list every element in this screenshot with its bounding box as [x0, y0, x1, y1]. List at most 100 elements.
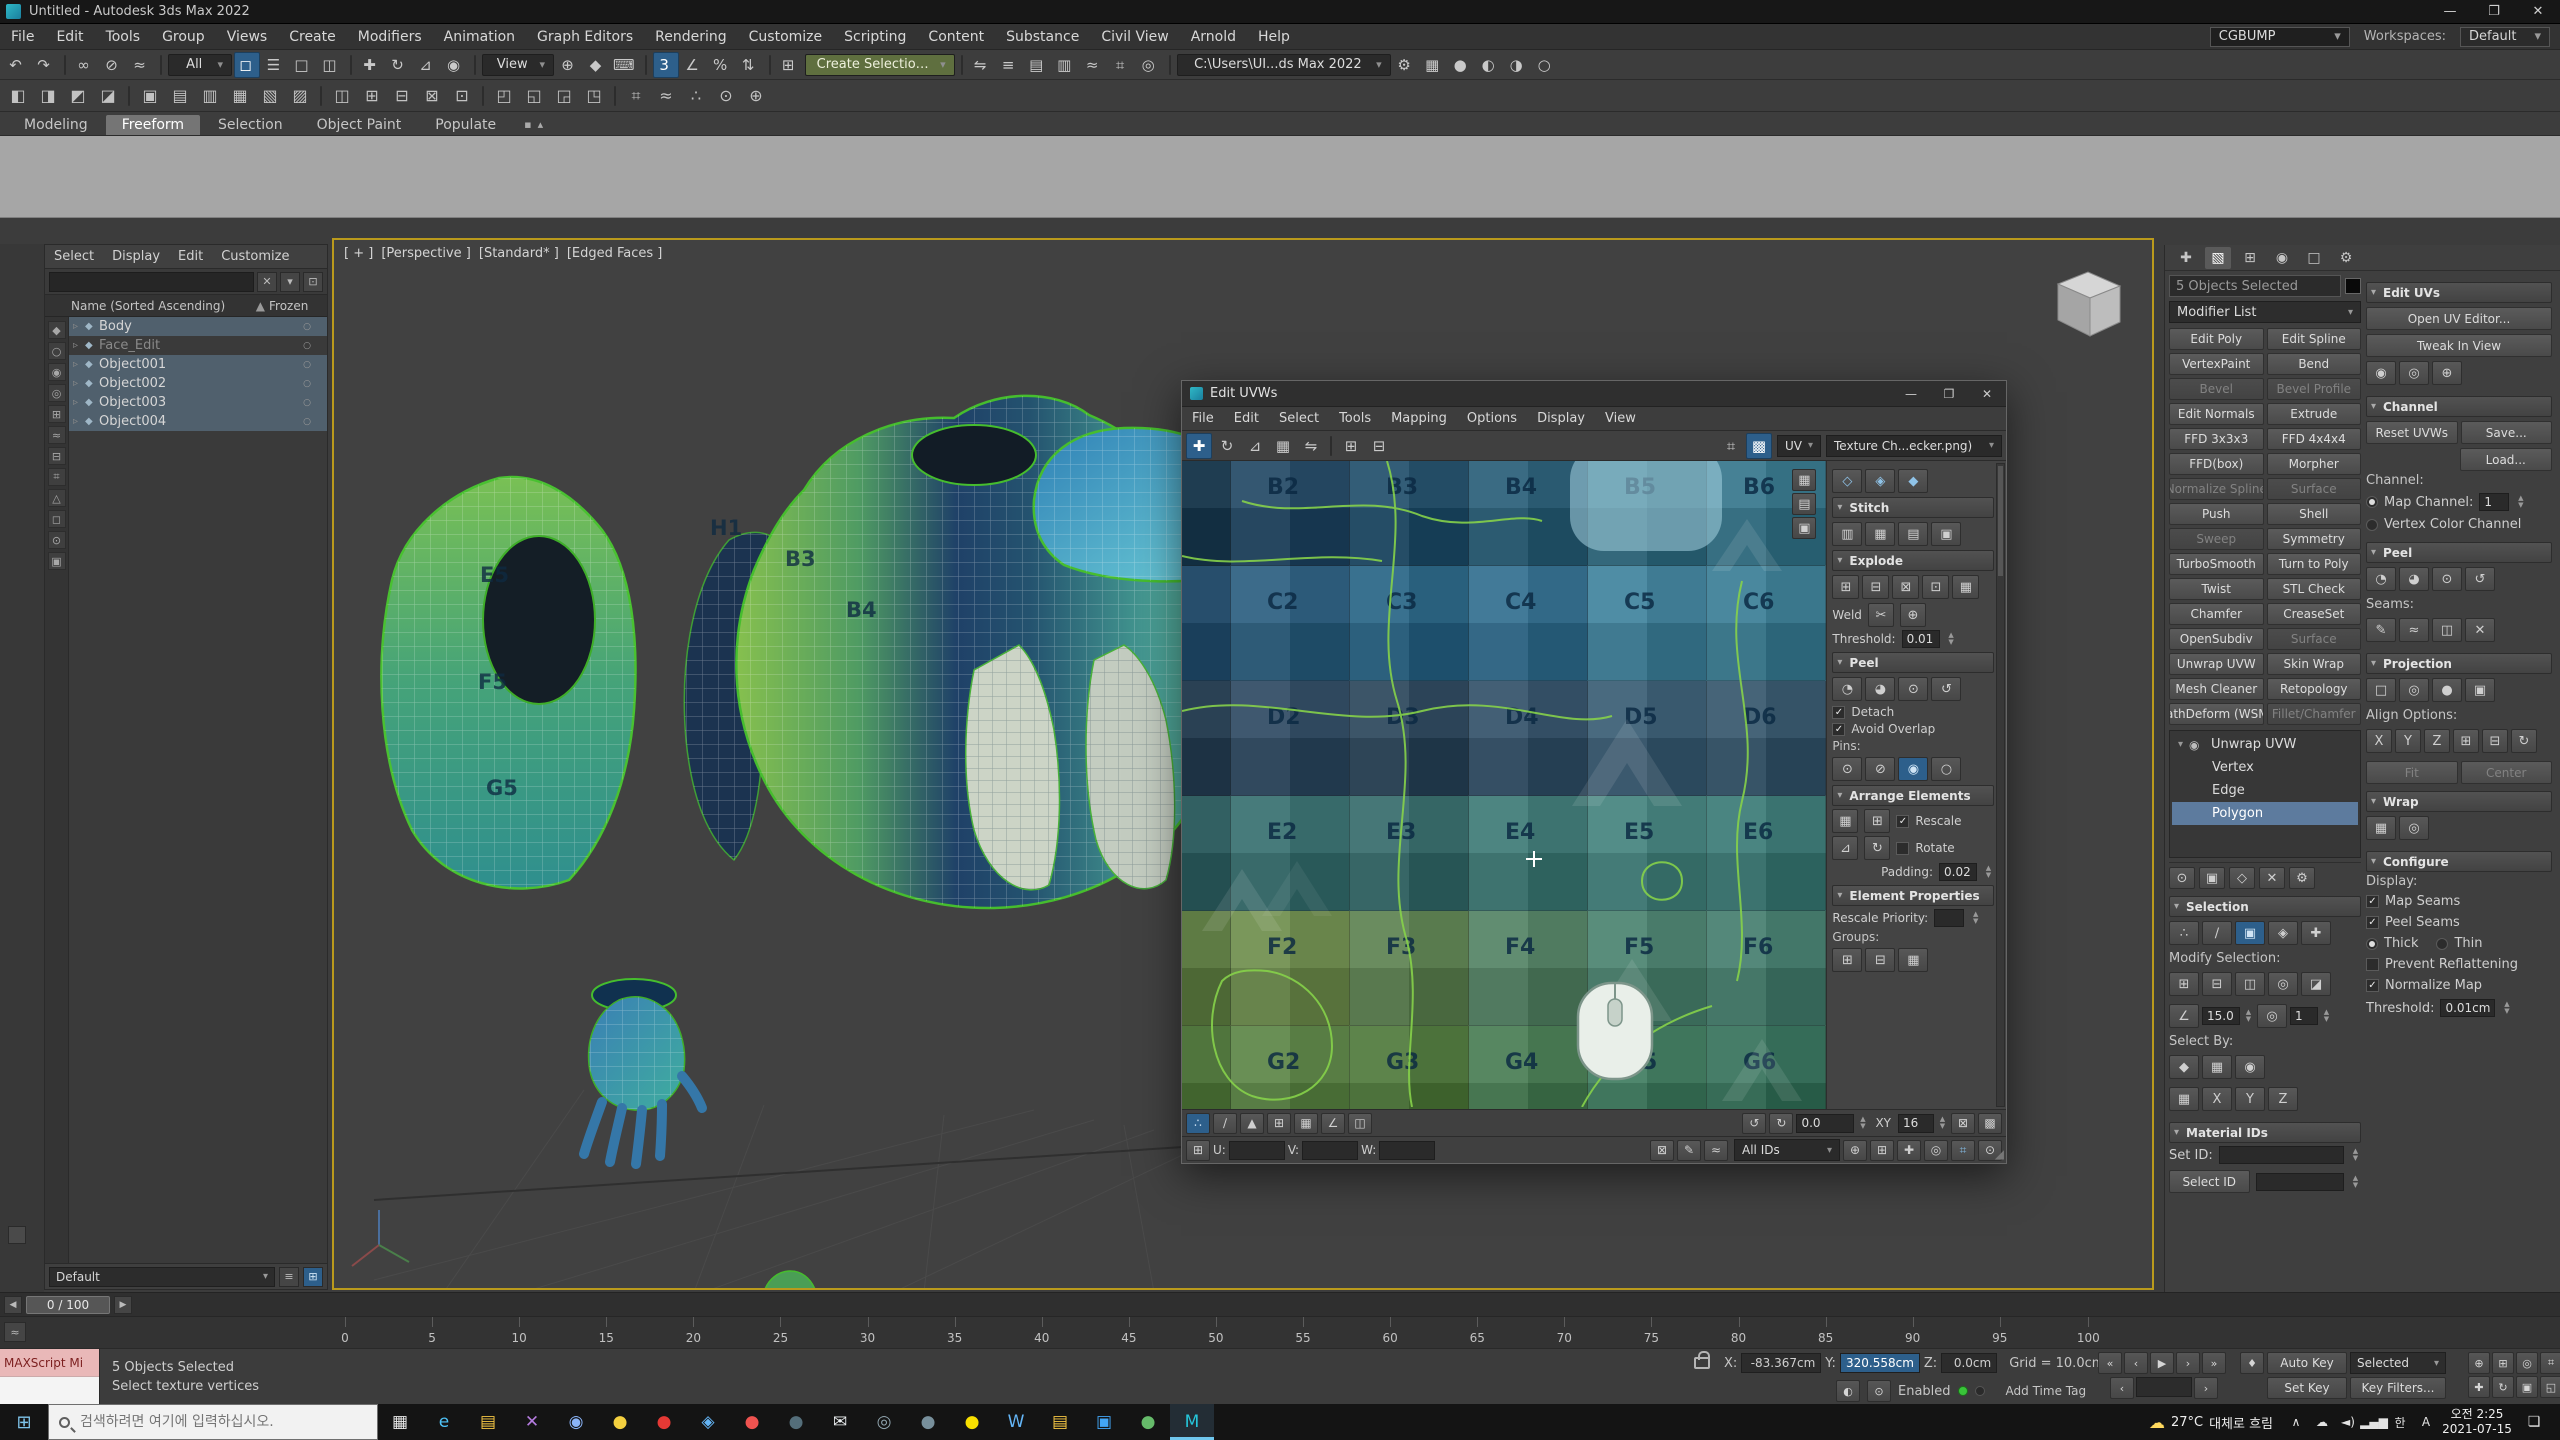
thin-radio[interactable] — [2436, 938, 2448, 950]
map-channel-spinner[interactable] — [2515, 493, 2526, 511]
collapse-icon[interactable]: ▦ — [226, 82, 254, 110]
modifier-button[interactable]: Morpher — [2267, 453, 2362, 475]
panel-scrollbar[interactable] — [1996, 463, 2005, 1107]
uv-grid-cell[interactable]: F6 — [1707, 911, 1826, 1026]
fov-icon[interactable]: ⌗ — [2540, 1352, 2560, 1374]
uv-grid-cell[interactable]: B5 — [1588, 461, 1707, 566]
z-axis-toggle[interactable]: Z — [2268, 1087, 2298, 1111]
rollout-stitch[interactable]: Stitch — [1832, 497, 1994, 518]
configure-modifier-sets-icon[interactable]: ⚙ — [2289, 867, 2315, 889]
progressive-display-icon[interactable]: ◐ — [1836, 1380, 1860, 1402]
uvw-polygon-icon[interactable]: ▣ — [2235, 921, 2265, 945]
fit-button[interactable]: Fit — [2366, 761, 2458, 784]
rotation-angle-field[interactable]: 0.0 — [1796, 1114, 1854, 1133]
column-header-frozen[interactable]: Frozen — [269, 299, 327, 313]
menu-item[interactable]: Group — [151, 24, 216, 49]
quick-rotate-icon[interactable]: ▤ — [1792, 493, 1816, 515]
rescale-priority-field[interactable] — [1934, 909, 1964, 927]
view-align-button[interactable]: ⊟ — [2482, 729, 2508, 753]
bind-spacewarp-icon[interactable]: ≈ — [128, 52, 154, 78]
adaptive-degradation-icon[interactable]: ⊙ — [1867, 1380, 1891, 1402]
toolbar-icon[interactable] — [160, 55, 162, 75]
select-move-icon[interactable]: ✚ — [358, 52, 384, 78]
stitch-to-target-icon[interactable]: ▦ — [1865, 522, 1895, 546]
rescale-checkbox[interactable] — [1896, 815, 1909, 828]
uv-grid-cell[interactable]: D6 — [1707, 681, 1826, 796]
edit-seams-icon[interactable]: ✎ — [2366, 618, 2396, 642]
select-by-name-icon[interactable]: ☰ — [262, 52, 288, 78]
photos-app[interactable]: ▣ — [1082, 1404, 1126, 1440]
align-z-button[interactable]: Z — [2424, 729, 2450, 753]
taskbar-search[interactable] — [48, 1404, 378, 1440]
undo-icon[interactable]: ↶ — [4, 52, 30, 78]
viewport-label-segment[interactable]: [ + ] — [344, 246, 373, 261]
modifier-button[interactable]: FFD 4x4x4 — [2267, 428, 2362, 450]
kakaotalk-app[interactable]: ● — [950, 1404, 994, 1440]
uv-grid-cell[interactable]: C4 — [1469, 566, 1588, 681]
ime-mode-icon[interactable]: A — [2413, 1415, 2439, 1429]
start-button[interactable]: ⊞ — [0, 1404, 48, 1440]
weld-threshold-field[interactable]: 0.01 — [1902, 630, 1940, 648]
timeline-tick[interactable]: 90 — [1903, 1331, 1923, 1345]
box-map-icon[interactable]: ▣ — [2465, 678, 2495, 702]
uv-pan-icon[interactable]: ✚ — [1897, 1140, 1921, 1161]
map-seams-checkbox[interactable] — [2366, 895, 2379, 908]
shrink-selection-icon[interactable]: ⊟ — [2202, 972, 2232, 996]
uv-grid-cell[interactable]: F2 — [1231, 911, 1350, 1026]
object-color-swatch[interactable] — [2345, 278, 2361, 294]
disabled-led[interactable] — [1975, 1386, 1985, 1396]
face-constraint-icon[interactable]: ◩ — [64, 82, 92, 110]
window-crossing-icon[interactable]: ◫ — [318, 52, 344, 78]
menu-item[interactable]: File — [0, 24, 45, 49]
pin-selected-icon[interactable]: ◉ — [1898, 757, 1928, 781]
weld-selected-icon[interactable]: ⊕ — [1900, 603, 1926, 627]
vertex-color-radio[interactable] — [2366, 519, 2378, 531]
macro-recorder-line[interactable]: MAXScript Mi — [0, 1349, 99, 1377]
timeline-tick[interactable]: 20 — [683, 1331, 703, 1345]
explorer-preset-combo[interactable]: Default — [49, 1267, 275, 1287]
flatten-by-smoothing-icon[interactable]: ⊠ — [1892, 575, 1919, 599]
modifier-stack-row[interactable]: ◉ Edge — [2172, 779, 2358, 802]
dialog-title-bar[interactable]: Edit UVWs — ❐ ✕ — [1182, 381, 2006, 407]
menu-item[interactable]: Graph Editors — [526, 24, 644, 49]
uv-grid-cell[interactable]: C1 — [1182, 566, 1231, 681]
map-channel-radio[interactable] — [2366, 496, 2378, 508]
edge-to-seam-icon[interactable]: ◫ — [2432, 618, 2462, 642]
volume-icon[interactable]: ◄) — [2335, 1415, 2361, 1429]
modifier-stack-row[interactable]: ◉ Polygon — [2172, 802, 2358, 825]
w-field[interactable] — [1379, 1141, 1435, 1160]
angle-spinner[interactable] — [2243, 1007, 2254, 1025]
modifier-button[interactable]: PathDeform (WSM) — [2169, 703, 2264, 725]
select-link-icon[interactable]: ∞ — [72, 52, 98, 78]
loop-count-field[interactable]: 1 — [2290, 1007, 2318, 1025]
frozen-indicator-icon[interactable]: ○ — [287, 379, 327, 389]
angle-snap-icon[interactable]: ∠ — [681, 52, 707, 78]
map-app[interactable]: ◈ — [686, 1404, 730, 1440]
uv-grid-cell[interactable]: F3 — [1350, 911, 1469, 1026]
thick-radio[interactable] — [2366, 938, 2378, 950]
rendered-frame-icon[interactable]: ▦ — [1421, 52, 1447, 78]
lscm-interactive-icon[interactable]: ⊙ — [1898, 677, 1928, 701]
select-id-button[interactable]: Select ID — [2169, 1170, 2250, 1193]
grow-selection-icon[interactable]: ⊞ — [2169, 972, 2199, 996]
rollout-peel[interactable]: Peel — [2366, 542, 2552, 563]
center-button[interactable]: Center — [2461, 761, 2553, 784]
set-id-spinner[interactable] — [2350, 1146, 2361, 1164]
planar-map-icon[interactable]: □ — [2366, 678, 2396, 702]
uvw-element-icon[interactable]: ◈ — [2268, 921, 2298, 945]
modifier-button[interactable]: Symmetry — [2267, 528, 2362, 550]
set-keys-button[interactable]: ♦ — [2240, 1352, 2264, 1374]
modifier-button[interactable]: CreaseSet — [2267, 603, 2362, 625]
filter-icon[interactable]: ▾ — [280, 272, 300, 292]
scene-object-row[interactable]: ◆ Object002 ○ — [69, 374, 327, 393]
auto-key-button[interactable]: Auto Key — [2267, 1352, 2347, 1374]
orbit-icon[interactable]: ↻ — [2492, 1376, 2514, 1398]
menu-item[interactable]: Edit — [45, 24, 94, 49]
render-preset-icon[interactable]: ○ — [1533, 52, 1559, 78]
scene-object-row[interactable]: ◆ Body ○ — [69, 317, 327, 336]
y-coordinate-field[interactable]: 320.558cm — [1840, 1353, 1920, 1373]
modifier-button[interactable]: STL Check — [2267, 578, 2362, 600]
display-tab[interactable]: □ — [2301, 247, 2327, 269]
render-iterative-icon[interactable]: ◐ — [1477, 52, 1503, 78]
task-view-button[interactable]: ▦ — [378, 1404, 422, 1440]
